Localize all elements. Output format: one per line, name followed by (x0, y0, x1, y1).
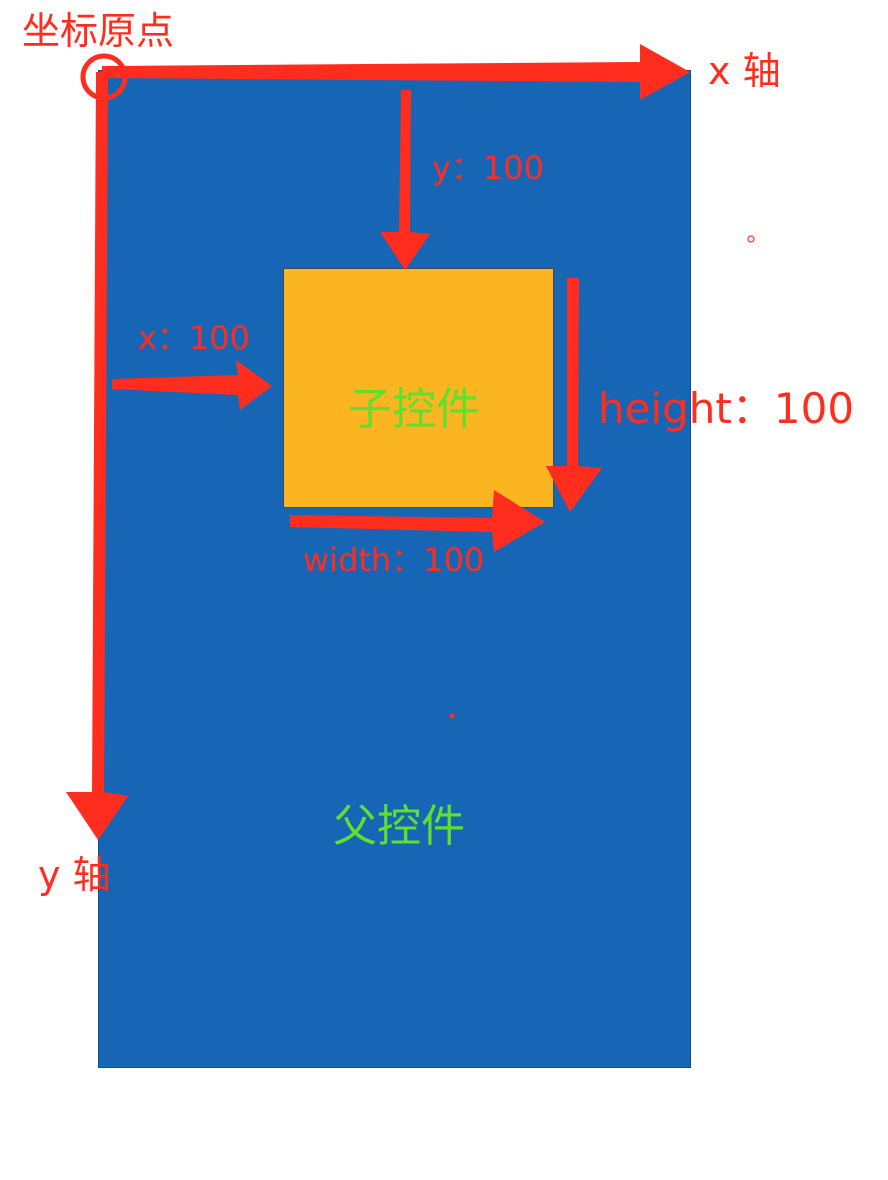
y-offset-arrow (380, 90, 430, 270)
x-offset-arrow (112, 360, 272, 410)
child-view-label: 子控件 (348, 384, 480, 435)
y-axis-arrow (66, 72, 128, 840)
stray-dot (747, 235, 755, 243)
origin-label: 坐标原点 (22, 9, 175, 53)
width-label: width：100 (303, 541, 485, 579)
y-offset-label: y：100 (432, 149, 545, 187)
height-arrow (546, 278, 602, 512)
center-dot (449, 713, 455, 719)
height-label: height：100 (598, 384, 855, 433)
parent-view-label: 父控件 (333, 801, 465, 852)
x-axis-arrow (102, 44, 690, 100)
y-axis-label: y 轴 (38, 853, 111, 897)
x-axis-label: x 轴 (708, 49, 781, 93)
x-offset-label: x：100 (138, 319, 251, 357)
